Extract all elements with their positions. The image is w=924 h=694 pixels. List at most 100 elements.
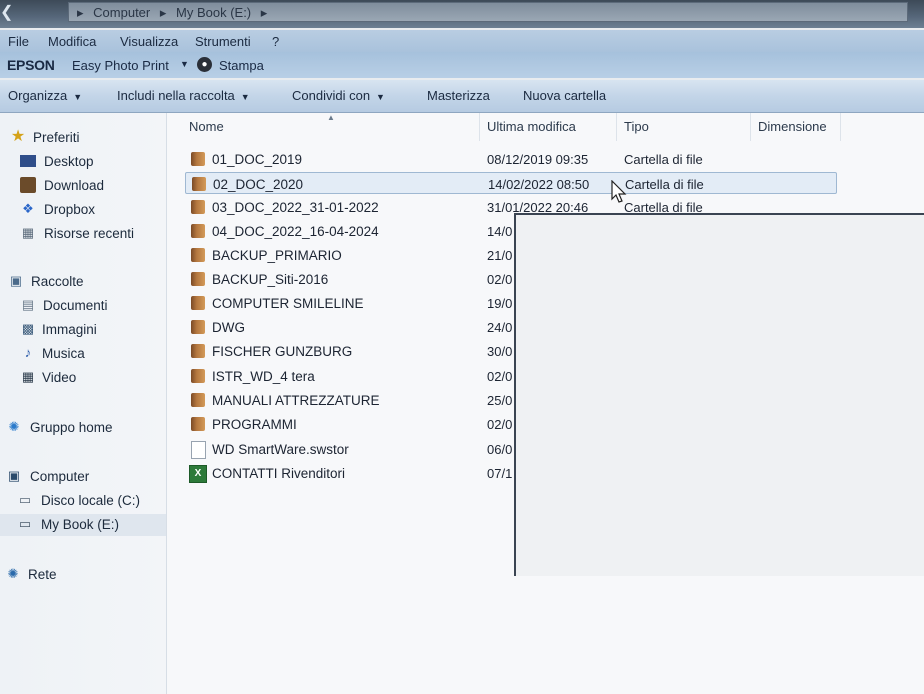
nav-label: Musica [42, 346, 85, 361]
nav-dropbox[interactable]: ❖ Dropbox [0, 199, 166, 221]
folder-icon [191, 344, 205, 358]
nav-local-disk[interactable]: ▭ Disco locale (C:) [0, 490, 166, 512]
dropbox-icon: ❖ [22, 201, 34, 216]
file-name: WD SmartWare.swstor [212, 442, 349, 457]
blank-overlay-window [514, 213, 924, 576]
column-divider[interactable] [750, 113, 751, 141]
folder-icon [191, 272, 205, 286]
nav-network[interactable]: ✺ Rete [0, 564, 166, 586]
chevron-down-icon: ▼ [240, 92, 250, 102]
column-header-size[interactable]: Dimensione [758, 113, 827, 141]
print-button[interactable]: Stampa [219, 58, 264, 73]
folder-icon [191, 248, 205, 262]
excel-file-icon: X [189, 465, 207, 483]
nav-documents[interactable]: ▤ Documenti [0, 295, 166, 317]
print-icon[interactable]: ● [197, 57, 212, 72]
new-folder-button[interactable]: Nuova cartella [523, 88, 606, 103]
file-name: MANUALI ATTREZZATURE [212, 393, 380, 408]
file-type: Cartella di file [624, 152, 703, 167]
file-date: 14/02/2022 08:50 [488, 177, 590, 192]
nav-label: Immagini [42, 322, 97, 337]
menu-visualizza[interactable]: Visualizza [120, 34, 178, 49]
file-icon [191, 441, 206, 459]
file-name: FISCHER GUNZBURG [212, 344, 353, 359]
organize-label: Organizza [8, 88, 68, 103]
nav-music[interactable]: ♪ Musica [0, 343, 166, 365]
nav-recent[interactable]: ▦ Risorse recenti [0, 223, 166, 245]
command-bar: Organizza ▼ Includi nella raccolta ▼ Condi… [0, 80, 924, 113]
breadcrumb-separator-icon: ▸ [77, 5, 84, 20]
file-name: PROGRAMMI [212, 417, 297, 432]
file-name: 04_DOC_2022_16-04-2024 [212, 224, 379, 239]
file-name: 01_DOC_2019 [212, 152, 303, 167]
download-folder-icon [20, 177, 36, 193]
column-header-modified[interactable]: Ultima modifica [487, 113, 576, 141]
star-icon: ★ [10, 128, 26, 145]
nav-images[interactable]: ▩ Immagini [0, 319, 166, 341]
nav-favorites[interactable]: ★ Preferiti [0, 127, 166, 149]
file-name: 02_DOC_2020 [213, 177, 304, 192]
file-type: Cartella di file [625, 177, 704, 192]
table-row-selected[interactable]: 02_DOC_2020 14/02/2022 08:50 Cartella di… [185, 172, 837, 194]
nav-desktop[interactable]: Desktop [0, 151, 166, 173]
nav-video[interactable]: ▦ Video [0, 367, 166, 389]
homegroup-icon: ✺ [8, 419, 20, 434]
nav-mybook[interactable]: ▭ My Book (E:) [0, 514, 166, 536]
breadcrumb-mybook[interactable]: My Book (E:) [176, 5, 251, 20]
mouse-cursor-icon [611, 180, 627, 203]
file-date: 08/12/2019 09:35 [487, 152, 589, 167]
breadcrumb-separator-icon: ▸ [260, 5, 268, 20]
folder-icon [191, 152, 205, 166]
nav-libraries[interactable]: ▣ Raccolte [0, 271, 166, 293]
burn-button[interactable]: Masterizza [427, 88, 490, 103]
file-name: CONTATTI Rivenditori [212, 466, 346, 481]
hard-disk-icon: ▭ [18, 492, 32, 507]
breadcrumb-separator-icon: ▸ [159, 5, 167, 20]
share-with-button[interactable]: Condividi con ▼ [292, 88, 385, 103]
file-name: BACKUP_PRIMARIO [212, 248, 342, 263]
easy-photo-print-button[interactable]: Easy Photo Print [72, 58, 169, 73]
menu-modifica[interactable]: Modifica [48, 34, 96, 49]
menu-strumenti[interactable]: Strumenti [195, 34, 251, 49]
images-icon: ▩ [21, 321, 35, 336]
nav-download[interactable]: Download [0, 175, 166, 197]
include-in-library-button[interactable]: Includi nella raccolta ▼ [117, 88, 250, 103]
menu-file[interactable]: File [8, 34, 29, 49]
chevron-down-icon[interactable]: ▼ [180, 59, 189, 69]
navigation-pane: ★ Preferiti Desktop Download ❖ Dropbox ▦… [0, 113, 167, 694]
network-icon: ✺ [7, 566, 19, 581]
folder-icon [191, 393, 205, 407]
folder-icon [191, 200, 205, 214]
folder-icon [191, 296, 205, 310]
column-divider[interactable] [616, 113, 617, 141]
chevron-down-icon: ▼ [376, 92, 385, 102]
nav-label: Computer [30, 469, 90, 484]
nav-label: Desktop [44, 154, 94, 169]
video-film-icon: ▦ [21, 369, 35, 384]
nav-label: Dropbox [44, 202, 96, 217]
folder-icon [191, 320, 205, 334]
organize-button[interactable]: Organizza ▼ [8, 88, 82, 103]
epson-toolbar: EPSON Easy Photo Print ▼ ● Stampa [0, 52, 924, 78]
chevron-down-icon: ▼ [73, 92, 83, 102]
column-header-type[interactable]: Tipo [624, 113, 649, 141]
column-divider[interactable] [479, 113, 480, 141]
menu-help[interactable]: ? [272, 34, 279, 49]
breadcrumb-computer[interactable]: Computer [93, 5, 150, 20]
table-row[interactable]: 01_DOC_2019 08/12/2019 09:35 Cartella di… [185, 148, 837, 170]
title-bar: ❮ ▸ Computer ▸ My Book (E:) ▸ [0, 0, 924, 28]
file-name: 03_DOC_2022_31-01-2022 [212, 200, 379, 215]
nav-homegroup[interactable]: ✺ Gruppo home [0, 417, 166, 439]
file-name: DWG [212, 320, 245, 335]
address-bar[interactable]: ▸ Computer ▸ My Book (E:) ▸ [68, 2, 908, 22]
nav-label: Documenti [43, 298, 108, 313]
nav-label: Disco locale (C:) [41, 493, 141, 508]
nav-computer[interactable]: ▣ Computer [0, 466, 166, 488]
back-arrow-icon[interactable]: ❮ [0, 2, 20, 24]
folder-icon [191, 224, 205, 238]
file-name: ISTR_WD_4 tera [212, 369, 315, 384]
nav-label: My Book (E:) [41, 517, 120, 532]
column-header-name[interactable]: Nome [189, 113, 224, 141]
file-name: BACKUP_Siti-2016 [212, 272, 329, 287]
column-divider[interactable] [840, 113, 841, 141]
